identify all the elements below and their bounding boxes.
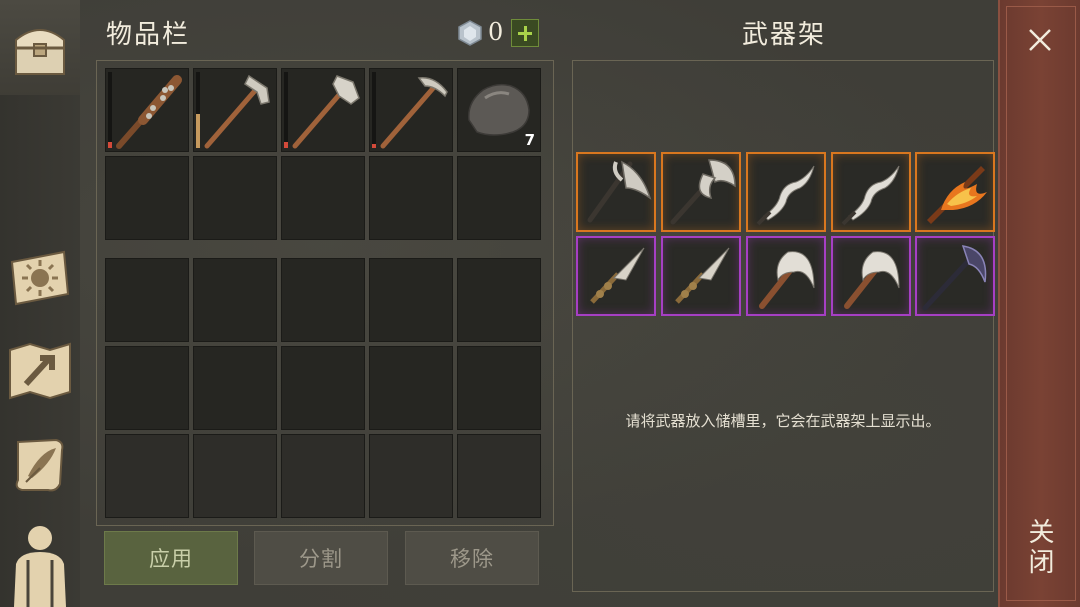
rack-slot[interactable] [831, 236, 911, 316]
rack-slot[interactable] [576, 236, 656, 316]
inventory-slot[interactable] [193, 68, 277, 152]
remove-button[interactable]: 移除 [405, 531, 539, 585]
inventory-slot[interactable] [193, 258, 277, 342]
wavy-blade-icon [756, 165, 815, 226]
inventory-slot[interactable] [457, 346, 541, 430]
inventory-slot[interactable] [457, 434, 541, 518]
close-icon[interactable] [1027, 27, 1053, 53]
inventory-slot[interactable] [281, 434, 365, 518]
inventory-slot[interactable] [193, 434, 277, 518]
inventory-slot[interactable] [369, 156, 453, 240]
wavy-blade-icon [841, 165, 900, 226]
spiked-club-icon [116, 75, 182, 149]
inventory-slot[interactable] [281, 258, 365, 342]
apply-button[interactable]: 应用 [104, 531, 238, 585]
weapon-rack-hint: 请将武器放入储槽里，它会在武器架上显示出。 [625, 412, 941, 430]
scythe-icon [844, 251, 900, 309]
currency-value: 0 [488, 18, 504, 46]
side-navigation [0, 0, 80, 607]
map-sun-icon[interactable] [6, 244, 74, 312]
rack-slot[interactable] [746, 152, 826, 232]
weapon-rack-title: 武器架 [742, 20, 827, 50]
hammer-icon [204, 74, 270, 149]
rack-slot[interactable] [915, 236, 995, 316]
rack-slot[interactable] [746, 236, 826, 316]
close-panel[interactable] [998, 0, 1080, 607]
inventory-slot[interactable] [457, 258, 541, 342]
close-button-label[interactable]: 关闭 [1022, 518, 1058, 578]
scythe-icon [759, 251, 815, 309]
split-button[interactable]: 分割 [254, 531, 388, 585]
crafting-map-icon[interactable] [6, 336, 74, 404]
battle-axe-icon [670, 159, 736, 225]
chest-icon[interactable] [6, 14, 74, 82]
inventory-slot[interactable] [281, 346, 365, 430]
rack-slot[interactable] [831, 152, 911, 232]
spear-dagger-icon [590, 247, 645, 304]
item-quantity: 7 [524, 131, 535, 149]
character-icon[interactable] [6, 520, 74, 607]
inventory-slot[interactable]: 7 [457, 68, 541, 152]
rack-slot[interactable] [661, 236, 741, 316]
inventory-slot[interactable] [281, 68, 365, 152]
crystal-currency-icon [458, 20, 482, 46]
inventory-slot[interactable] [105, 68, 189, 152]
scroll-quill-icon[interactable] [6, 430, 74, 498]
weapon-rack-frame [572, 60, 994, 592]
inventory-slot[interactable] [105, 346, 189, 430]
inventory-slot[interactable] [369, 434, 453, 518]
inventory-slot[interactable] [105, 434, 189, 518]
dark-scythe-icon [922, 245, 987, 311]
rack-slot[interactable] [915, 152, 995, 232]
inventory-slot[interactable] [457, 156, 541, 240]
spear-dagger-icon [675, 247, 730, 304]
pickaxe-icon [380, 77, 448, 149]
stone-axe-hammer-icon [292, 75, 360, 149]
rack-slot[interactable] [661, 152, 741, 232]
inventory-slot[interactable] [193, 156, 277, 240]
inventory-title: 物品栏 [106, 20, 191, 50]
add-currency-button[interactable] [511, 19, 539, 47]
inventory-slot[interactable] [105, 258, 189, 342]
halberd-axe-icon [587, 160, 652, 223]
flame-sword-icon [927, 166, 987, 224]
inventory-slot[interactable] [369, 68, 453, 152]
inventory-slot[interactable] [369, 258, 453, 342]
inventory-slot[interactable] [369, 346, 453, 430]
inventory-slot[interactable] [105, 156, 189, 240]
inventory-slot[interactable] [193, 346, 277, 430]
rack-slot[interactable] [576, 152, 656, 232]
inventory-slot[interactable] [281, 156, 365, 240]
